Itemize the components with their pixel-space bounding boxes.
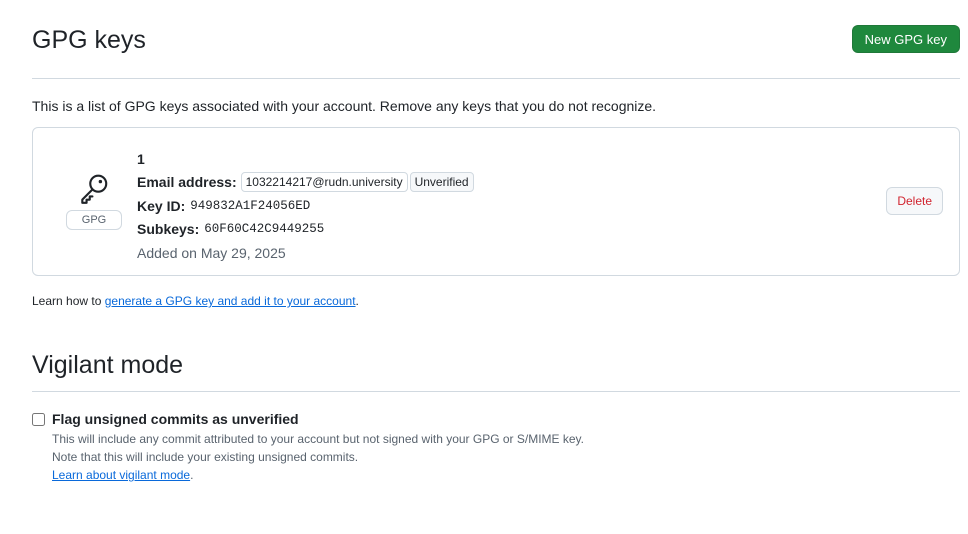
key-id-label: Key ID: [137, 197, 186, 214]
delete-key-button[interactable]: Delete [886, 187, 943, 215]
key-type-label: GPG [65, 210, 123, 230]
gpg-keys-intro: This is a list of GPG keys associated wi… [32, 98, 657, 114]
vigilant-learn-line: Learn about vigilant mode. [52, 466, 584, 484]
vigilant-learn-suffix: . [190, 468, 194, 482]
learn-prefix: Learn how to [32, 294, 105, 308]
key-id-value: 949832A1F24056ED [190, 198, 311, 213]
vigilant-note-1: This will include any commit attributed … [52, 432, 585, 446]
flag-unsigned-label[interactable]: Flag unsigned commits as unverified [52, 411, 584, 428]
unverified-badge: Unverified [409, 172, 474, 193]
new-gpg-key-button[interactable]: New GPG key [851, 25, 960, 53]
email-address-badge: 1032214217@rudn.university [240, 172, 408, 193]
learn-suffix: . [355, 294, 359, 308]
key-name: 1 [137, 150, 145, 167]
key-icon [77, 172, 111, 206]
gpg-keys-title: GPG keys [32, 25, 146, 54]
added-date: Added on May 29, 2025 [137, 244, 286, 261]
generate-gpg-key-link[interactable]: generate a GPG key and add it to your ac… [105, 294, 356, 308]
flag-unsigned-checkbox[interactable] [32, 413, 45, 426]
learn-vigilant-mode-link[interactable]: Learn about vigilant mode [52, 468, 190, 482]
vigilant-mode-title: Vigilant mode [32, 351, 184, 379]
learn-gpg-note: Learn how to generate a GPG key and add … [32, 293, 960, 309]
email-label: Email address: [137, 174, 237, 191]
vigilant-mode-option: Flag unsigned commits as unverified This… [32, 411, 960, 484]
key-icon-column: GPG [65, 172, 123, 230]
gpg-keys-header: GPG keys New GPG key [32, 0, 960, 79]
key-details: 1 Email address: 1032214217@rudn.univers… [137, 147, 474, 265]
subkeys-label: Subkeys: [137, 221, 200, 238]
vigilant-note-2: Note that this will include your existin… [52, 450, 359, 464]
gpg-key-item: GPG 1 Email address: 1032214217@rudn.uni… [32, 127, 960, 276]
vigilant-mode-header: Vigilant mode [32, 351, 960, 392]
subkeys-value: 60F60C42C9449255 [204, 222, 325, 237]
gpg-settings-page: GPG keys New GPG key This is a list of G… [32, 0, 960, 484]
